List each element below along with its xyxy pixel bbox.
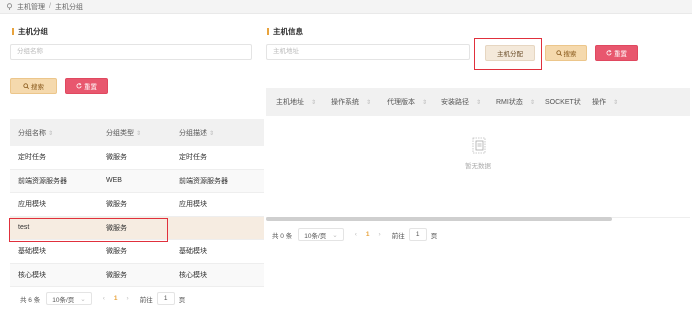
host-search-button[interactable]: 搜索 [545,45,587,61]
sort-icon[interactable]: ⇕ [306,99,316,106]
group-reset-button[interactable]: 重置 [65,78,108,94]
table-row[interactable]: 定时任务 微服务 定时任务 [10,146,264,170]
table-row[interactable]: 核心模块 微服务 核心模块 [10,263,264,287]
host-table: 主机地址 ⇕ 操作系统 ⇕ 代理版本 ⇕ 安装路径 ⇕ RMI状态 ⇕ SOCKET状 操… [266,88,690,221]
cell-group-desc: 定时任务 [179,154,207,162]
column-header-group-type[interactable]: 分组类型 ⇕ [98,128,171,138]
location-pin-icon [6,3,13,10]
search-icon [23,83,29,89]
host-table-header: 主机地址 ⇕ 操作系统 ⇕ 代理版本 ⇕ 安装路径 ⇕ RMI状态 ⇕ SOCKET状 操… [266,88,690,116]
cell-group-type: 微服务 [106,224,127,232]
column-header-host-address[interactable]: 主机地址 ⇕ [266,97,321,107]
search-icon [555,50,562,56]
sort-icon[interactable]: ⇕ [608,99,618,106]
prev-page-icon[interactable]: ‹ [103,295,105,302]
cell-group-name: 定时任务 [18,154,46,162]
cell-group-name: test [18,224,30,232]
group-table-header: 分组名称 ⇕ 分组类型 ⇕ 分组描述 ⇕ [10,119,264,146]
column-header-group-desc[interactable]: 分组描述 ⇕ [171,128,264,138]
cell-group-name: 核心模块 [18,271,46,279]
cell-group-type: 微服务 [106,154,127,162]
sort-icon[interactable]: ⇕ [417,99,427,106]
column-header-install-path[interactable]: 安装路径 ⇕ [431,97,486,107]
sort-icon[interactable]: ⇕ [209,131,214,137]
sort-icon[interactable]: ⇕ [471,99,481,106]
cell-group-type: WEB [106,177,122,185]
breadcrumb-separator: / [49,3,51,10]
refresh-icon [606,50,612,56]
goto-page-input[interactable]: 1 [156,292,175,305]
goto-page-input[interactable]: 1 [408,228,427,241]
empty-document-icon [472,137,486,154]
cell-group-type: 微服务 [106,271,127,279]
sort-icon[interactable]: ⇕ [525,99,535,106]
breadcrumb: 主机管理 / 主机分组 [0,0,692,14]
column-header-socket-status[interactable]: SOCKET状 [540,97,582,107]
column-header-group-name[interactable]: 分组名称 ⇕ [10,128,98,138]
table-row-selected[interactable]: test 微服务 [10,216,264,240]
cell-group-name: 应用模块 [18,201,46,209]
refresh-icon [76,83,82,89]
page-size-select[interactable]: 10条/页 ⌄ [298,228,344,241]
group-section-title: 主机分组 [12,27,48,36]
cell-group-name: 前端资源服务器 [18,177,67,185]
host-assign-label: 主机分配 [497,51,523,58]
group-reset-label: 重置 [84,84,97,91]
group-search-button[interactable]: 搜索 [10,78,57,94]
cell-group-desc: 核心模块 [179,271,207,279]
column-header-agent-version[interactable]: 代理版本 ⇕ [377,97,431,107]
goto-suffix: 页 [430,232,438,240]
column-header-os[interactable]: 操作系统 ⇕ [321,97,377,107]
column-header-actions[interactable]: 操作 ⇕ [582,97,618,107]
chevron-down-icon: ⌄ [80,295,86,303]
host-assign-button[interactable]: 主机分配 [485,45,535,61]
goto-suffix: 页 [178,296,186,304]
cell-group-name: 基础模块 [18,248,46,256]
sort-icon[interactable]: ⇕ [136,131,141,137]
breadcrumb-current: 主机分组 [54,3,83,11]
total-count: 共 0 条 [272,232,293,240]
group-search-label: 搜索 [31,84,44,91]
table-row[interactable]: 应用模块 微服务 应用模块 [10,193,264,217]
current-page[interactable]: 1 [366,231,370,238]
goto-label: 前往 [139,296,153,304]
cell-group-desc: 基础模块 [179,248,207,256]
host-address-input[interactable]: 主机地址 [266,44,470,60]
group-table: 分组名称 ⇕ 分组类型 ⇕ 分组描述 ⇕ 定时任务 微服务 定时任务 前端资源服务器 … [10,119,264,287]
prev-page-icon[interactable]: ‹ [355,231,357,238]
empty-state-text: 暂无数据 [465,163,491,170]
host-pagination: 共 0 条 10条/页 ⌄ ‹ 1 › 前往 1 页 [272,228,437,241]
breadcrumb-parent[interactable]: 主机管理 [17,2,45,12]
host-reset-label: 重置 [614,51,627,58]
horizontal-scrollbar[interactable] [266,217,612,221]
cell-group-type: 微服务 [106,201,127,209]
table-row[interactable]: 基础模块 微服务 基础模块 [10,240,264,264]
group-pagination: 共 6 条 10条/页 ⌄ ‹ 1 › 前往 1 页 [20,292,185,305]
page-size-select[interactable]: 10条/页 ⌄ [46,292,92,305]
next-page-icon[interactable]: › [379,231,381,238]
chevron-down-icon: ⌄ [332,231,338,239]
cell-group-desc: 前端资源服务器 [179,177,228,185]
table-row[interactable]: 前端资源服务器 WEB 前端资源服务器 [10,169,264,193]
sort-icon[interactable]: ⇕ [361,99,371,106]
next-page-icon[interactable]: › [127,295,129,302]
host-section-title: 主机信息 [267,27,303,36]
goto-label: 前往 [391,232,405,240]
cell-group-desc: 应用模块 [179,201,207,209]
sort-icon[interactable]: ⇕ [48,131,53,137]
current-page[interactable]: 1 [114,295,118,302]
host-table-body: 暂无数据 [266,116,690,218]
host-reset-button[interactable]: 重置 [595,45,638,61]
column-header-rmi-status[interactable]: RMI状态 ⇕ [486,97,540,107]
cell-group-type: 微服务 [106,248,127,256]
host-search-label: 搜索 [563,51,577,58]
total-count: 共 6 条 [20,296,41,304]
group-name-input[interactable]: 分组名称 [10,44,252,60]
